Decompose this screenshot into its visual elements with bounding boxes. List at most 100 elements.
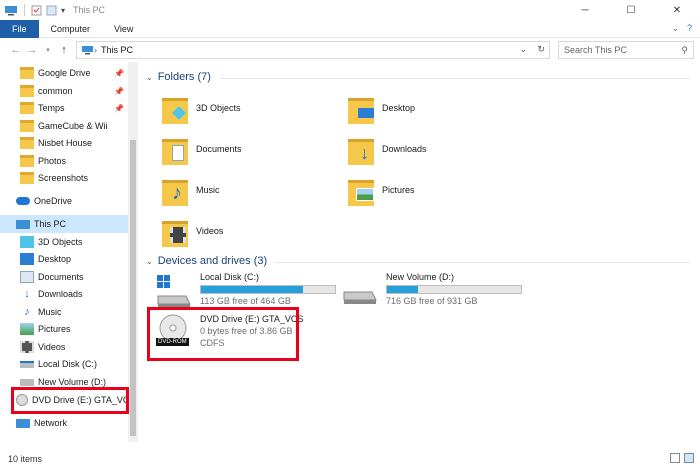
drive-usage-fill [387,286,418,293]
refresh-icon[interactable]: ↻ [537,44,545,55]
navigation-bar: ← → ▾ ↑ › This PC ⌄ ↻ Search This PC ⚲ [0,38,700,62]
documents-folder-icon [162,133,188,165]
sidebar-item-screenshots[interactable]: Screenshots [0,169,128,187]
new-folder-icon[interactable] [46,5,57,16]
pin-icon: 📌 [114,86,124,96]
group-devices-header[interactable]: ⌄ Devices and drives (3) [146,255,267,267]
sidebar-item-desktop[interactable]: Desktop [0,250,128,268]
maximize-button[interactable]: ☐ [608,0,654,20]
sidebar-item-local-disk-c[interactable]: Local Disk (C:) [0,355,128,373]
back-button[interactable]: ← [8,44,24,56]
sidebar-item-this-pc[interactable]: This PC [0,215,128,233]
quick-access-toolbar: ▾ [0,4,65,16]
group-divider [274,262,690,263]
title-bar: ▾ This PC ─ ☐ ✕ [0,0,700,20]
tab-computer[interactable]: Computer [39,20,103,38]
sidebar-item-3d-objects[interactable]: 3D Objects [0,233,128,251]
this-pc-icon [5,5,17,15]
folder-downloads[interactable]: ↓ Downloads [348,133,427,165]
drive-name: New Volume (D:) [386,272,455,282]
folder-icon [20,172,34,184]
downloads-icon: ↓ [24,288,30,300]
folder-documents[interactable]: Documents [162,133,242,165]
sidebar-item-photos[interactable]: Photos [0,152,128,170]
sidebar-item-temps[interactable]: Temps 📌 [0,99,128,117]
search-placeholder: Search This PC [564,45,627,55]
minimize-button[interactable]: ─ [562,0,608,20]
drive-icon [20,378,34,386]
sidebar-item-nisbet-house[interactable]: Nisbet House [0,134,128,152]
item-count: 10 items [8,453,43,464]
music-icon: ♪ [24,306,30,318]
forward-button[interactable]: → [24,44,40,56]
drive-local-disk-c[interactable]: Local Disk (C:) 113 GB free of 464 GB [156,272,336,310]
sidebar-item-downloads[interactable]: ↓ Downloads [0,285,128,303]
sidebar-item-onedrive[interactable]: OneDrive [0,192,128,210]
music-folder-icon: ♪ [162,174,188,206]
expand-ribbon-icon[interactable]: ⌄ [671,23,679,34]
drive-icon [342,272,380,310]
pictures-icon [20,323,34,335]
pictures-folder-icon [348,174,374,206]
toolbar-divider [24,4,25,16]
this-pc-icon [16,219,30,229]
pin-icon: 📌 [114,103,124,113]
content-pane: ⌄ Folders (7) 3D Objects Desktop Documen… [140,62,700,452]
address-bar[interactable]: › This PC ⌄ ↻ [76,41,550,59]
pin-icon: 📌 [114,68,124,78]
sidebar-item-pictures[interactable]: Pictures [0,320,128,338]
customize-toolbar-icon[interactable]: ▾ [61,6,65,15]
documents-icon [20,271,34,283]
view-toggles [670,453,694,463]
folder-icon [20,155,34,167]
sidebar-item-google-drive[interactable]: Google Drive 📌 [0,64,128,82]
drive-new-volume-d[interactable]: New Volume (D:) 716 GB free of 931 GB [342,272,522,310]
folder-icon [20,120,34,132]
group-folders-header[interactable]: ⌄ Folders (7) [146,71,211,83]
properties-icon[interactable] [31,5,42,16]
status-bar: 10 items [0,452,700,465]
sidebar-item-common[interactable]: common 📌 [0,82,128,100]
group-divider [220,78,690,79]
close-button[interactable]: ✕ [654,0,700,20]
sidebar-item-gamecube[interactable]: GameCube & Wii [0,117,128,135]
desktop-folder-icon [348,92,374,124]
drive-icon [20,360,34,368]
this-pc-icon [82,46,93,55]
desktop-icon [20,253,34,265]
details-view-icon[interactable] [670,453,680,463]
chevron-down-icon: ⌄ [146,72,153,82]
network-icon [16,418,30,428]
sidebar-item-documents[interactable]: Documents [0,268,128,286]
folder-pictures[interactable]: Pictures [348,174,415,206]
search-input[interactable]: Search This PC ⚲ [558,41,694,59]
3d-objects-icon [20,236,34,248]
downloads-folder-icon: ↓ [348,133,374,165]
folder-3d-objects[interactable]: 3D Objects [162,92,241,124]
tab-view[interactable]: View [102,20,145,38]
breadcrumb[interactable]: This PC [101,45,133,55]
folder-videos[interactable]: Videos [162,215,223,247]
search-icon: ⚲ [681,44,688,55]
sidebar-item-music[interactable]: ♪ Music [0,303,128,321]
folder-desktop[interactable]: Desktop [348,92,415,124]
window-controls: ─ ☐ ✕ [562,0,700,20]
drive-usage-bar [200,285,336,294]
recent-locations-button[interactable]: ▾ [40,46,56,54]
sidebar-item-network[interactable]: Network [0,414,128,432]
up-button[interactable]: ↑ [56,44,72,56]
folder-music[interactable]: ♪ Music [162,174,220,206]
large-icons-view-icon[interactable] [684,453,694,463]
windows-drive-icon [156,272,194,310]
chevron-down-icon: ⌄ [146,256,153,266]
folder-icon [20,67,34,79]
sidebar-item-videos[interactable]: Videos [0,338,128,356]
ribbon-right: ⌄ ? [671,23,692,34]
sidebar-scroll-thumb[interactable] [130,140,136,436]
tab-file[interactable]: File [0,19,39,38]
folder-icon [20,102,34,114]
cloud-icon [16,197,30,205]
drive-usage-bar [386,285,522,294]
help-icon[interactable]: ? [687,23,692,34]
address-dropdown-icon[interactable]: ⌄ [519,44,527,55]
